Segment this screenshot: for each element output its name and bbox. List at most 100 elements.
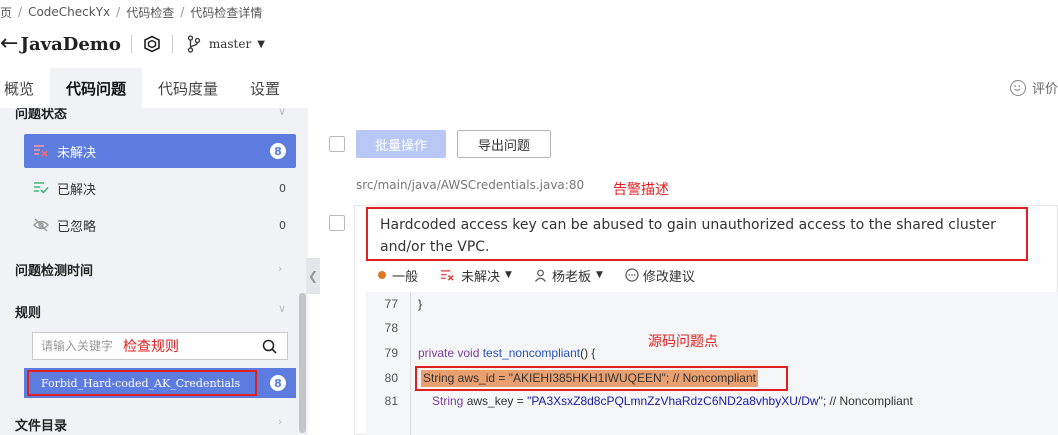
severity-label: 一般: [392, 269, 419, 285]
count-badge: 0: [279, 218, 286, 232]
branch-selector[interactable]: master ▼: [187, 35, 265, 53]
highlighted-code: String aws_id = "AKIEHI385HKH1IWUQEEN"; …: [421, 370, 758, 387]
issue-meta-row: 一般 未解决 ▼ 杨老板 ▼ 修改建议: [378, 265, 717, 285]
detect-time-title[interactable]: 问题检测时间: [15, 260, 93, 279]
tab-bar: 概览 代码问题 代码度量 设置 评价: [0, 68, 1058, 108]
annotation-check-rule: 检查规则: [123, 339, 179, 355]
chevron-down-icon[interactable]: ∨: [278, 108, 286, 118]
divider: [130, 35, 132, 53]
status-filter-ignored[interactable]: 已忽略 0: [24, 208, 296, 242]
line-number: 78: [384, 321, 398, 335]
count-badge: 0: [279, 181, 286, 195]
unresolved-icon: [441, 269, 454, 281]
status-selector[interactable]: 未解决 ▼: [440, 266, 512, 285]
status-label: 未解决: [461, 269, 501, 285]
function-token: test_noncompliant: [482, 346, 581, 360]
line-number: 79: [384, 346, 398, 360]
severity-selector[interactable]: 一般: [378, 266, 418, 285]
tab-overview[interactable]: 概览: [0, 68, 50, 108]
suggest-fix-button[interactable]: 修改建议: [625, 266, 695, 285]
rating-button[interactable]: 评价: [1009, 78, 1058, 97]
code-line: 77 }: [366, 292, 1058, 316]
annotation-alert-description: 告警描述: [613, 182, 669, 198]
repository-icon[interactable]: [142, 34, 162, 54]
string-token: "PA3XsxZ8d8cPQLmnZzVhaRdzC6ND2a8vhbyXU/D…: [527, 394, 823, 408]
line-number: 81: [384, 394, 398, 408]
keyword-token: private void: [418, 346, 483, 360]
issue-panel: 批量操作 导出问题 src/main/java/AWSCredentials.j…: [308, 108, 1058, 435]
back-arrow-icon[interactable]: ←: [0, 33, 18, 55]
rating-label: 评价: [1031, 82, 1058, 97]
breadcrumb: 页 / CodeCheckYx / 代码检查 / 代码检查详情: [0, 0, 262, 24]
status-label: 未解决: [57, 145, 97, 161]
project-header: ← JavaDemo master ▼: [0, 26, 265, 62]
code-token: aws_key =: [466, 394, 528, 408]
branch-icon: [187, 35, 201, 53]
severity-dot-icon: [378, 271, 386, 279]
breadcrumb-separator: /: [18, 5, 23, 19]
status-label: 已解决: [57, 182, 97, 198]
chevron-down-icon: ▼: [595, 270, 603, 280]
line-number: 77: [384, 297, 398, 311]
unresolved-icon: [33, 143, 49, 159]
breadcrumb-home[interactable]: 页: [0, 4, 12, 21]
annotation-source-issue: 源码问题点: [648, 334, 718, 350]
annotation-box: Forbid_Hard-coded_AK_Credentials: [27, 370, 257, 396]
punct-token: () {: [580, 346, 596, 360]
issue-file-path[interactable]: src/main/java/AWSCredentials.java:80: [356, 178, 584, 192]
project-title: JavaDemo: [20, 33, 121, 55]
rule-item[interactable]: Forbid_Hard-coded_AK_Credentials 8: [24, 368, 296, 398]
status-filter-resolved[interactable]: 已解决 0: [24, 171, 296, 205]
code-text: String aws_key = "PA3XsxZ8d8cPQLmnZzVhaR…: [432, 394, 913, 408]
rule-label: Forbid_Hard-coded_AK_Credentials: [41, 376, 241, 390]
status-section-title: 问题状态: [15, 108, 68, 122]
filter-sidebar: 问题状态 ∨ 未解决 8 已解决 0 已忽略 0 问题检测时间 › 规则 ∨ 请…: [0, 108, 308, 435]
code-line-highlighted: 80 String aws_id = "AKIEHI385HKH1IWUQEEN…: [366, 366, 1058, 391]
chevron-right-icon[interactable]: ›: [278, 415, 282, 428]
code-line: 79 private void test_noncompliant() { 源码…: [366, 334, 1058, 365]
rule-search-input[interactable]: [41, 339, 121, 353]
sidebar-scrollbar[interactable]: [299, 293, 306, 433]
assignee-label: 杨老板: [551, 269, 591, 285]
comment-icon: [625, 268, 639, 282]
status-label: 已忽略: [57, 219, 97, 235]
eye-off-icon: [33, 217, 49, 233]
breadcrumb-current: 代码检查详情: [190, 5, 263, 20]
tab-settings[interactable]: 设置: [234, 68, 296, 108]
chevron-right-icon[interactable]: ›: [278, 262, 282, 275]
line-number: 80: [384, 371, 398, 385]
breadcrumb-code-check[interactable]: 代码检查: [126, 4, 174, 21]
resolved-icon: [33, 180, 49, 196]
issue-card: Hardcoded access key can be abused to ga…: [354, 205, 1058, 435]
assignee-selector[interactable]: 杨老板 ▼: [534, 266, 603, 285]
batch-operation-button[interactable]: 批量操作: [356, 130, 446, 158]
code-text: private void test_noncompliant() {: [418, 346, 595, 360]
code-text: }: [418, 297, 423, 311]
code-line: 81 String aws_key = "PA3XsxZ8d8cPQLmnZzV…: [366, 389, 1058, 413]
chevron-down-icon[interactable]: ∨: [278, 302, 286, 315]
tab-code-metrics[interactable]: 代码度量: [142, 68, 234, 108]
select-all-checkbox[interactable]: [329, 136, 345, 152]
user-icon: [534, 269, 546, 282]
suggest-label: 修改建议: [642, 269, 695, 285]
chevron-down-icon: ▼: [505, 270, 512, 280]
count-badge: 8: [270, 143, 286, 159]
tab-code-issues[interactable]: 代码问题: [50, 68, 143, 108]
divider: [171, 35, 173, 53]
rule-search-box[interactable]: 检查规则: [32, 332, 288, 360]
breadcrumb-project[interactable]: CodeCheckYx: [28, 5, 110, 19]
annotation-box: String aws_id = "AKIEHI385HKH1IWUQEEN"; …: [415, 366, 788, 391]
search-icon[interactable]: [262, 339, 277, 358]
breadcrumb-separator: /: [116, 5, 121, 19]
export-issues-button[interactable]: 导出问题: [457, 130, 551, 158]
code-token: ; // Noncompliant: [822, 394, 913, 408]
rules-title: 规则: [15, 306, 42, 321]
keyword-token: String: [432, 394, 467, 408]
file-dir-title[interactable]: 文件目录: [15, 415, 67, 434]
issue-description: Hardcoded access key can be abused to ga…: [366, 207, 1028, 261]
code-snippet: 77 } 78 79 private void test_noncomplian…: [366, 292, 1058, 435]
smiley-icon: [1009, 79, 1026, 96]
issue-checkbox[interactable]: [329, 215, 345, 231]
chevron-down-icon: ▼: [257, 38, 265, 50]
status-filter-unresolved[interactable]: 未解决 8: [24, 134, 296, 168]
